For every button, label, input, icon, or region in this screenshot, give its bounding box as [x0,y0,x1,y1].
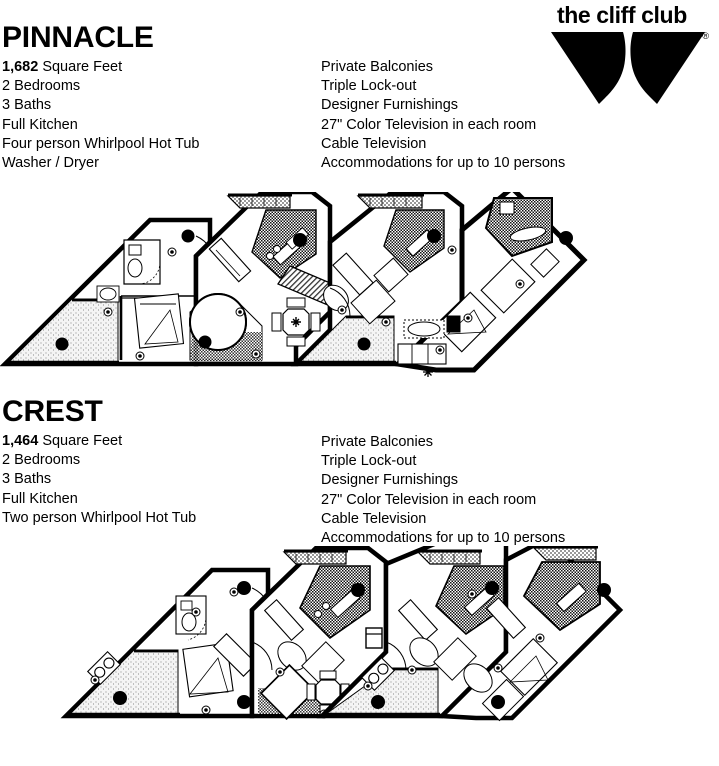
spec-item: 3 Baths [2,471,52,488]
unit-crest: CREST 1,464 Square Feet 2 Bedrooms 3 Bat… [0,395,719,722]
spec-item: Cable Television [321,510,427,527]
square-feet-label: Square Feet [38,59,123,75]
specs-left-column-crest: 1,464 Square Feet 2 Bedrooms 3 Baths Ful… [2,432,302,528]
crest-floor-plan-drawing [60,546,624,722]
spec-item: 2 Bedrooms [2,78,81,95]
square-feet-value: 1,464 [2,433,39,449]
spec-item: Triple Lock-out [321,453,417,470]
page-title-pinnacle: PINNACLE [2,21,154,54]
spec-item: Full Kitchen [2,116,78,133]
spec-item: Washer / Dryer [2,155,99,172]
spec-item: Private Balconies [321,59,434,75]
specs-crest: 1,464 Square Feet 2 Bedrooms 3 Baths Ful… [0,432,719,556]
spec-item: Triple Lock-out [321,78,417,95]
spec-square-feet: 1,464 Square Feet [2,432,302,451]
spec-item: Designer Furnishings [321,97,459,114]
spec-item: Two person Whirlpool Hot Tub [2,509,197,526]
spec-square-feet: 1,682 Square Feet [2,58,302,77]
specs-pinnacle: 1,682 Square Feet 2 Bedrooms 3 Baths Ful… [0,58,719,182]
spec-item: Cable Television [321,135,427,152]
spec-item: Accommodations for up to 10 persons [321,155,566,172]
spec-item: 27" Color Television in each room [321,116,537,133]
spec-item: Four person Whirlpool Hot Tub [2,135,200,152]
pinnacle-floor-plan [0,192,719,404]
specs-right-column-crest: Private Balconies Triple Lock-out Design… [321,433,711,548]
spec-item: 3 Baths [2,97,52,114]
specs-right-column-pinnacle: Private Balconies Triple Lock-out Design… [321,58,711,173]
page-title-crest: CREST [2,395,103,428]
spec-item: Private Balconies [321,434,434,450]
spec-item: Full Kitchen [2,490,78,507]
unit-pinnacle: PINNACLE 1,682 Square Feet 2 Bedrooms 3 … [0,21,719,377]
square-feet-value: 1,682 [2,59,39,75]
specs-left-column-pinnacle: 1,682 Square Feet 2 Bedrooms 3 Baths Ful… [2,58,302,173]
crest-unit-a [60,567,273,719]
square-feet-label: Square Feet [38,433,123,449]
crest-floor-plan [0,546,719,766]
floorplan-unit-a [0,217,217,367]
spec-item: 27" Color Television in each room [321,491,537,508]
pinnacle-floor-plan-drawing [0,192,588,377]
spec-item: Designer Furnishings [321,472,459,489]
spec-item: 2 Bedrooms [2,452,81,469]
